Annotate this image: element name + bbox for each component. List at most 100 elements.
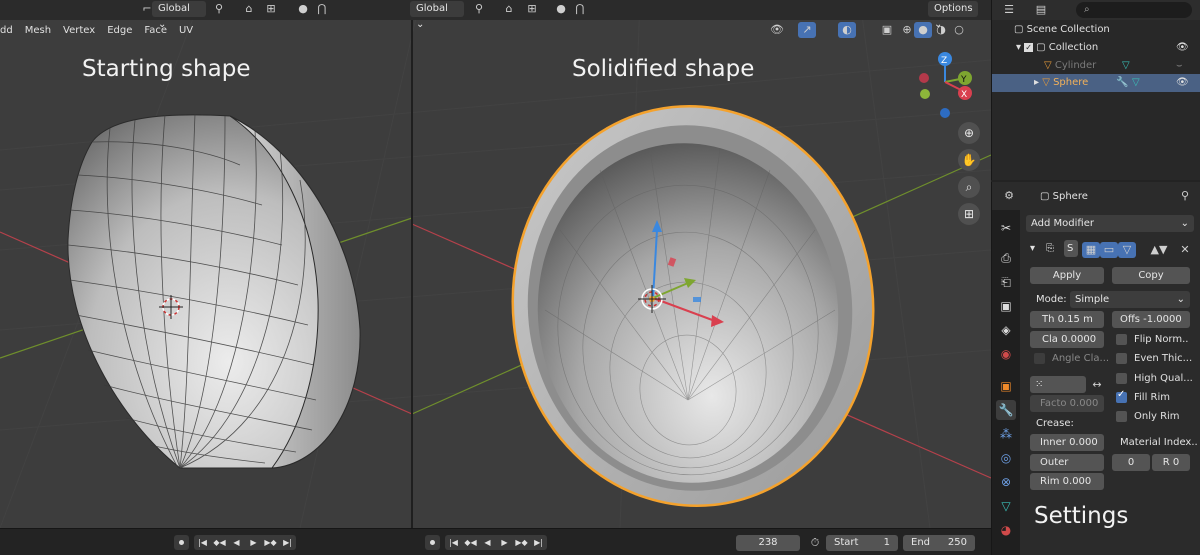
invert-vertex-group-icon[interactable]: ↔ <box>1088 377 1106 393</box>
prev-keyframe-icon-2[interactable]: ◆◀ <box>462 535 479 550</box>
properties-editor-icon[interactable]: ⚙ <box>1000 188 1018 204</box>
apply-button[interactable]: Apply <box>1030 267 1104 284</box>
xray-icon[interactable]: ▣ <box>878 22 896 38</box>
jump-end-icon-2[interactable]: ▶| <box>530 535 547 550</box>
crease-inner-field[interactable]: Inner 0.000 <box>1030 434 1104 451</box>
collection-row[interactable]: ▾ ✓ ▢ Collection 👁 <box>992 39 1200 57</box>
menu-mesh[interactable]: Mesh <box>19 20 57 41</box>
thickness-field[interactable]: Th 0.15 m <box>1030 311 1104 328</box>
record-icon[interactable] <box>425 535 440 550</box>
display-mode-icon[interactable]: ▤ <box>1032 2 1050 18</box>
view-layer-tab-icon[interactable]: ▣ <box>996 296 1016 316</box>
3d-viewport[interactable]: Z Y X ⌐ Global ⌄ ⚲ ⌂ ⊞ ● ⋂ Global ⌄ ⚲ ⌂ … <box>0 0 991 528</box>
jump-start-icon[interactable]: |◀ <box>194 535 211 550</box>
outliner-search-input[interactable]: ⌕ <box>1076 2 1192 18</box>
gizmo-toggle-icon[interactable]: ↗ <box>798 22 816 38</box>
rendered-shading-icon[interactable]: ○ <box>950 22 968 38</box>
remove-modifier-icon[interactable]: ✕ <box>1176 242 1194 258</box>
particles-tab-icon[interactable]: ⁂ <box>996 424 1016 444</box>
material-tab-icon[interactable]: ◕ <box>996 520 1016 540</box>
orientation-dropdown-left[interactable]: Global ⌄ <box>152 1 206 30</box>
scene-collection-row[interactable]: ▢ Scene Collection <box>992 21 1200 39</box>
crease-outer-field[interactable]: Outer 0.000 <box>1030 454 1104 485</box>
offset-field[interactable]: Offs -1.0000 <box>1112 311 1190 328</box>
angle-clamp-checkbox[interactable] <box>1034 353 1045 364</box>
next-keyframe-icon-2[interactable]: ▶◆ <box>513 535 530 550</box>
scene-tab-icon[interactable]: ◈ <box>996 320 1016 340</box>
copy-button[interactable]: Copy <box>1112 267 1190 284</box>
eye-hidden-icon[interactable]: ⌣ <box>1176 57 1183 75</box>
mode-dropdown[interactable]: Simple ⌄ <box>1070 291 1190 308</box>
clamp-field[interactable]: Cla 0.0000 <box>1030 331 1104 348</box>
jump-end-icon[interactable]: ▶| <box>279 535 296 550</box>
material-rim-field[interactable]: R 0 <box>1152 454 1190 471</box>
cylinder-row[interactable]: ▽ Cylinder ▽ ⌣ <box>992 57 1200 75</box>
pivot-icon-right[interactable]: ⚲ <box>470 1 488 17</box>
play-icon-2[interactable]: ▶ <box>496 535 513 550</box>
fill-rim-checkbox[interactable] <box>1116 389 1127 403</box>
prev-keyframe-icon[interactable]: ◆◀ <box>211 535 228 550</box>
visibility-icon[interactable]: 👁 <box>768 22 786 38</box>
overlay-toggle-icon[interactable]: ◐ <box>838 22 856 38</box>
snap-icon-right[interactable]: ⌂ <box>500 1 518 17</box>
constraints-tab-icon[interactable]: ⊗ <box>996 472 1016 492</box>
modifier-expand-icon[interactable]: ▾ <box>1030 240 1035 257</box>
factor-field[interactable]: Facto 0.000 <box>1030 395 1104 412</box>
material-shading-icon[interactable]: ◑ <box>932 22 950 38</box>
falloff-icon-right[interactable]: ⋂ <box>571 1 589 17</box>
snap-target-icon[interactable]: ⊞ <box>262 1 280 17</box>
render-tab-icon[interactable]: ⎙ <box>996 248 1016 268</box>
current-frame-field[interactable]: 238 <box>736 535 800 551</box>
play-reverse-icon[interactable]: ◀ <box>228 535 245 550</box>
options-dropdown[interactable]: Options ⌄ <box>928 1 978 30</box>
perspective-grid-icon[interactable]: ⊞ <box>958 203 980 225</box>
zoom-icon[interactable]: ⊕ <box>958 122 980 144</box>
pivot-icon[interactable]: ⚲ <box>210 1 228 17</box>
editor-type-icon[interactable]: ☰ <box>1000 2 1018 18</box>
material-offset-field[interactable]: 0 <box>1112 454 1150 471</box>
eye-icon-sphere[interactable]: 👁 <box>1176 74 1189 92</box>
menu-add[interactable]: dd <box>0 20 19 41</box>
proportional-edit-icon[interactable]: ● <box>294 1 312 17</box>
add-modifier-dropdown[interactable]: Add Modifier ⌄ <box>1026 215 1194 232</box>
expand-arrow-icon-sphere[interactable]: ▸ <box>1034 77 1042 88</box>
jump-start-icon-2[interactable]: |◀ <box>445 535 462 550</box>
modifier-tab-icon[interactable]: 🔧 <box>996 400 1016 420</box>
proportional-edit-icon-right[interactable]: ● <box>552 1 570 17</box>
crease-rim-field[interactable]: Rim 0.000 <box>1030 473 1104 490</box>
start-frame-field[interactable]: Start 1 <box>826 535 898 551</box>
stopwatch-icon[interactable]: ⏱ <box>806 535 824 551</box>
snap-target-icon-right[interactable]: ⊞ <box>523 1 541 17</box>
pin-icon[interactable]: ⚲ <box>1176 188 1194 204</box>
vertex-group-field[interactable]: ⁙ <box>1030 376 1086 393</box>
tool-tab-icon[interactable]: ✂ <box>996 218 1016 238</box>
play-reverse-icon-2[interactable]: ◀ <box>479 535 496 550</box>
modifier-name-field[interactable]: S <box>1064 240 1078 257</box>
orientation-dropdown-right[interactable]: Global ⌄ <box>410 1 464 30</box>
viewport-toggle-icon[interactable]: ▭ <box>1100 242 1118 258</box>
eye-icon-collection[interactable]: 👁 <box>1176 39 1189 57</box>
pan-hand-icon[interactable]: ✋ <box>958 149 980 171</box>
solid-shading-icon[interactable]: ● <box>914 22 932 38</box>
snap-icon[interactable]: ⌂ <box>240 1 258 17</box>
menu-uv[interactable]: UV <box>173 20 199 41</box>
next-keyframe-icon[interactable]: ▶◆ <box>262 535 279 550</box>
menu-vertex[interactable]: Vertex <box>57 20 101 41</box>
expand-arrow-icon[interactable]: ▾ <box>1016 42 1024 53</box>
only-rim-checkbox[interactable] <box>1116 411 1127 422</box>
menu-face[interactable]: Face <box>138 20 173 41</box>
menu-edge[interactable]: Edge <box>101 20 138 41</box>
end-frame-field[interactable]: End 250 <box>903 535 975 551</box>
camera-icon[interactable]: ⌕ <box>958 176 980 198</box>
object-tab-icon[interactable]: ▣ <box>996 376 1016 396</box>
record-icon-left[interactable] <box>174 535 189 550</box>
flip-normals-checkbox[interactable] <box>1116 334 1127 345</box>
falloff-icon[interactable]: ⋂ <box>313 1 331 17</box>
physics-tab-icon[interactable]: ◎ <box>996 448 1016 468</box>
even-thickness-checkbox[interactable] <box>1116 353 1127 364</box>
sphere-row[interactable]: ▸ ▽ Sphere 🔧 ▽ 👁 <box>992 74 1200 92</box>
high-quality-checkbox[interactable] <box>1116 373 1127 384</box>
move-up-icon[interactable]: ▲▼ <box>1150 242 1168 258</box>
output-tab-icon[interactable]: ⎗ <box>996 272 1016 292</box>
data-tab-icon[interactable]: ▽ <box>996 496 1016 516</box>
